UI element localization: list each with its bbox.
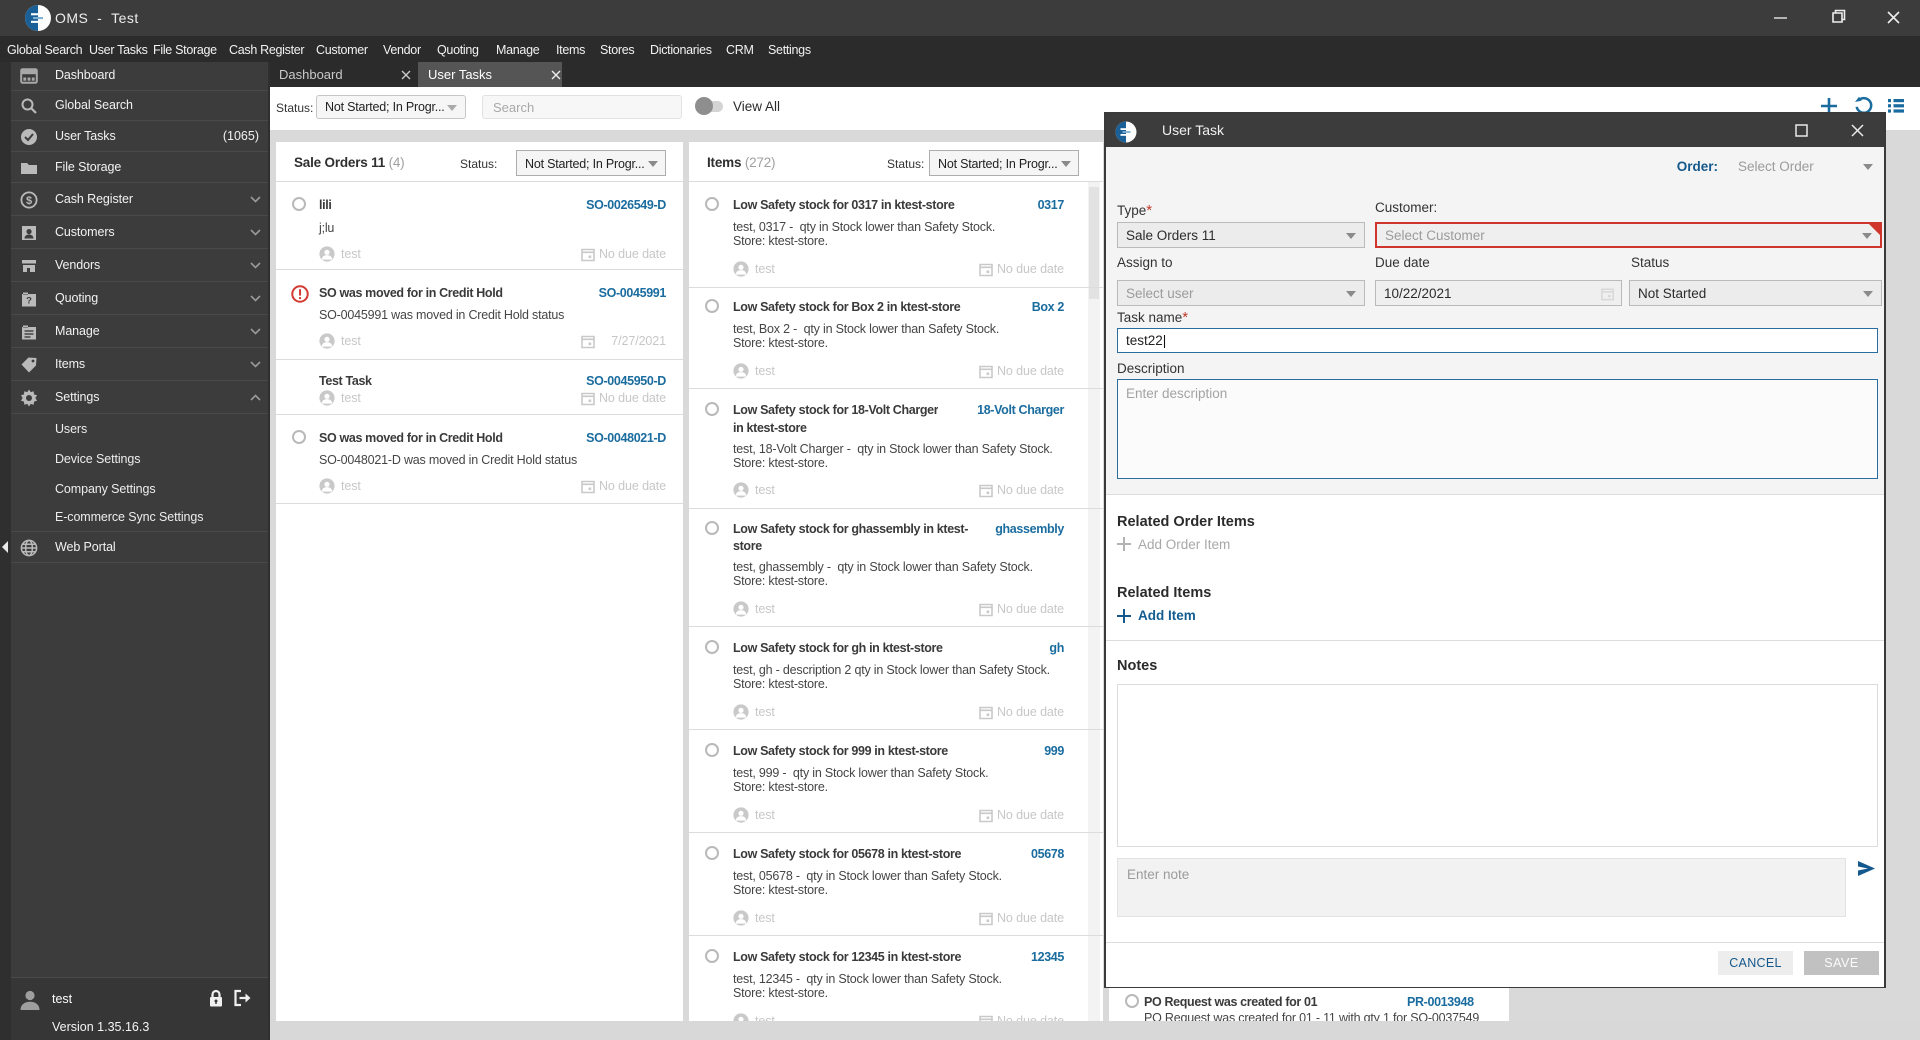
svg-text:?: ? <box>26 295 32 306</box>
svg-text:$: $ <box>26 195 32 207</box>
